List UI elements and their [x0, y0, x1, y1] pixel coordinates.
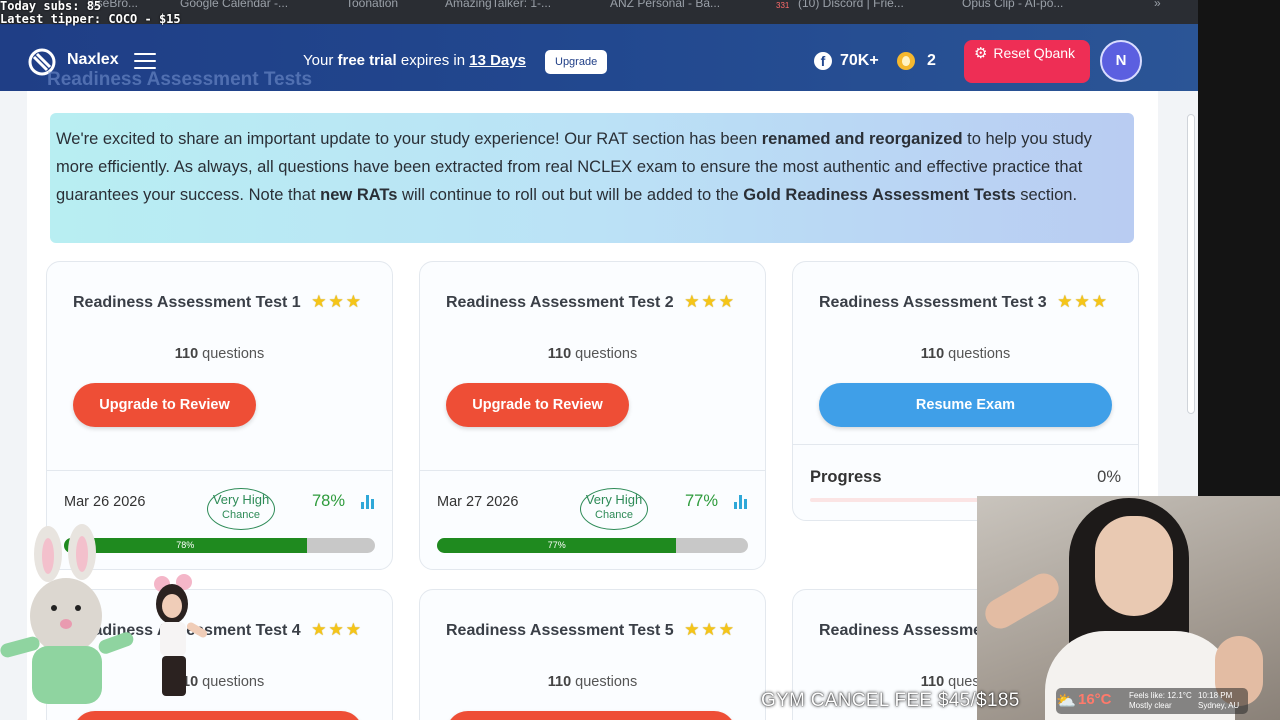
- webcam-overlay: [977, 496, 1280, 720]
- weather-condition: Mostly clear: [1129, 701, 1172, 710]
- progress-label: Progress: [810, 468, 882, 486]
- star-icon: ★★★: [684, 292, 736, 311]
- facebook-community-link[interactable]: f 70K+: [814, 52, 879, 70]
- gear-icon: ⚙: [974, 45, 988, 62]
- card-title: Readiness Assessment Test 1: [73, 294, 301, 311]
- notice-bold: renamed and reorganized: [761, 130, 963, 148]
- score-percent: 77%: [684, 492, 718, 510]
- question-count: 110 questions: [547, 674, 638, 690]
- bookmark-item[interactable]: (10) Discord | Frie...: [798, 0, 904, 10]
- pass-chance-badge: Very High Chance: [580, 488, 648, 530]
- top-navigation-bar: Naxlex Readiness Assessment Tests Your f…: [0, 24, 1198, 91]
- card-divider: [793, 444, 1138, 445]
- question-count: 110 questions: [547, 346, 638, 362]
- bookmark-item[interactable]: AmazingTalker: 1-...: [445, 0, 551, 10]
- bookmark-item[interactable]: Google Calendar -...: [180, 0, 288, 10]
- resume-exam-button[interactable]: Resume Exam: [819, 383, 1112, 427]
- progress-value: 0%: [1097, 468, 1121, 486]
- card-title: Readiness Assessment Test 5: [446, 622, 674, 639]
- bookmark-item[interactable]: Opus Clip - AI-po...: [962, 0, 1063, 10]
- chance-level: Very High: [585, 492, 643, 507]
- clock-time: 10:18 PM: [1198, 691, 1233, 700]
- star-icon: ★★★: [684, 620, 736, 639]
- clock: 10:18 PM Sydney, AU: [1198, 691, 1239, 711]
- chance-label: Chance: [595, 509, 633, 521]
- notice-bold: Gold Readiness Assessment Tests: [743, 186, 1016, 204]
- weather-widget: ⛅ 16°C Feels like: 12.1°C Mostly clear 1…: [1056, 688, 1248, 714]
- card-title: Readiness Assessment Test 2: [446, 294, 674, 311]
- bunny-mascot-image: [0, 524, 134, 704]
- card-title: Readiness Assessment Test 3: [819, 294, 1047, 311]
- reset-qbank-button[interactable]: ⚙ Reset Qbank: [964, 40, 1090, 83]
- upgrade-to-review-button[interactable]: Upgrade to Review: [73, 383, 256, 427]
- chance-level: Very High: [212, 492, 270, 507]
- trial-days: 13 Days: [469, 52, 526, 69]
- upgrade-button[interactable]: Upgrade: [545, 50, 608, 74]
- gym-fee-overlay: GYM CANCEL FEE $45/$185: [761, 690, 1020, 711]
- scrollbar[interactable]: [1187, 114, 1195, 414]
- upgrade-to-review-button[interactable]: Upgrade to Review: [446, 383, 629, 427]
- rat-card[interactable]: Readiness Assessment Test 5 ★★★ 110 ques…: [419, 589, 766, 720]
- upgrade-to-review-button[interactable]: [446, 711, 736, 720]
- feels-like: Feels like: 12.1°C: [1129, 691, 1192, 700]
- page-title: Readiness Assessment Tests: [47, 69, 313, 90]
- dancer-sticker-image: [154, 574, 208, 696]
- trial-mid: expires in: [400, 52, 466, 69]
- trial-prefix: Your: [303, 52, 334, 69]
- upgrade-to-review-button[interactable]: [73, 711, 363, 720]
- card-divider: [420, 470, 765, 471]
- notice-bold: new RATs: [320, 186, 398, 204]
- score-percent: 78%: [311, 492, 345, 510]
- streak-count: 2: [927, 52, 936, 69]
- more-bookmarks-icon[interactable]: »: [1154, 0, 1161, 10]
- trial-bold: free trial: [337, 52, 397, 69]
- webcam-arm: [979, 568, 1065, 634]
- exam-date: Mar 26 2026: [64, 494, 146, 510]
- pass-chance-badge: Very High Chance: [207, 488, 275, 530]
- bar-chart-icon[interactable]: [361, 495, 375, 509]
- avatar[interactable]: N: [1100, 40, 1142, 82]
- question-count: 110 questions: [174, 346, 265, 362]
- streak-counter[interactable]: 2: [897, 52, 936, 70]
- rat-card[interactable]: Readiness Assessment Test 2 ★★★ 110 ques…: [419, 261, 766, 570]
- latest-tipper-label: Latest tipper: COCO - $15: [0, 12, 181, 26]
- notice-text: section.: [1015, 186, 1078, 204]
- star-icon: ★★★: [311, 292, 363, 311]
- notice-text: We're excited to share an important upda…: [56, 130, 762, 148]
- trial-banner: Your free trial expires in 13 Days: [303, 52, 526, 69]
- star-icon: ★★★: [311, 620, 363, 639]
- partly-sunny-icon: ⛅: [1056, 693, 1076, 710]
- webcam-face: [1095, 516, 1173, 616]
- score-progress-fill: 77%: [437, 538, 677, 553]
- bar-chart-icon[interactable]: [734, 495, 748, 509]
- question-count: 110 questions: [920, 346, 1011, 362]
- rat-card[interactable]: Readiness Assessment Test 3 ★★★ 110 ques…: [792, 261, 1139, 521]
- notification-badge: 331: [776, 1, 790, 10]
- star-icon: ★★★: [1057, 292, 1109, 311]
- update-notice: We're excited to share an important upda…: [50, 113, 1134, 243]
- temperature: 16°C: [1078, 691, 1112, 708]
- chance-label: Chance: [222, 509, 260, 521]
- stream-stats-overlay: Today subs: 85 Latest tipper: COCO - $15: [0, 0, 181, 26]
- notice-text: will continue to roll out but will be ad…: [397, 186, 744, 204]
- exam-date: Mar 27 2026: [437, 494, 519, 510]
- flame-icon: [897, 52, 915, 70]
- facebook-icon: f: [814, 52, 832, 70]
- brand-name[interactable]: Naxlex: [67, 51, 119, 69]
- card-divider: [47, 470, 392, 471]
- bookmark-item[interactable]: Toonation: [346, 0, 398, 10]
- clock-location: Sydney, AU: [1198, 701, 1240, 710]
- weather-details: Feels like: 12.1°C Mostly clear: [1129, 691, 1192, 711]
- score-progress-bar: 77%: [437, 538, 748, 553]
- reset-qbank-label: Reset Qbank: [993, 45, 1076, 61]
- facebook-count: 70K+: [840, 52, 879, 69]
- bookmark-item[interactable]: ANZ Personal - Ba...: [610, 0, 720, 10]
